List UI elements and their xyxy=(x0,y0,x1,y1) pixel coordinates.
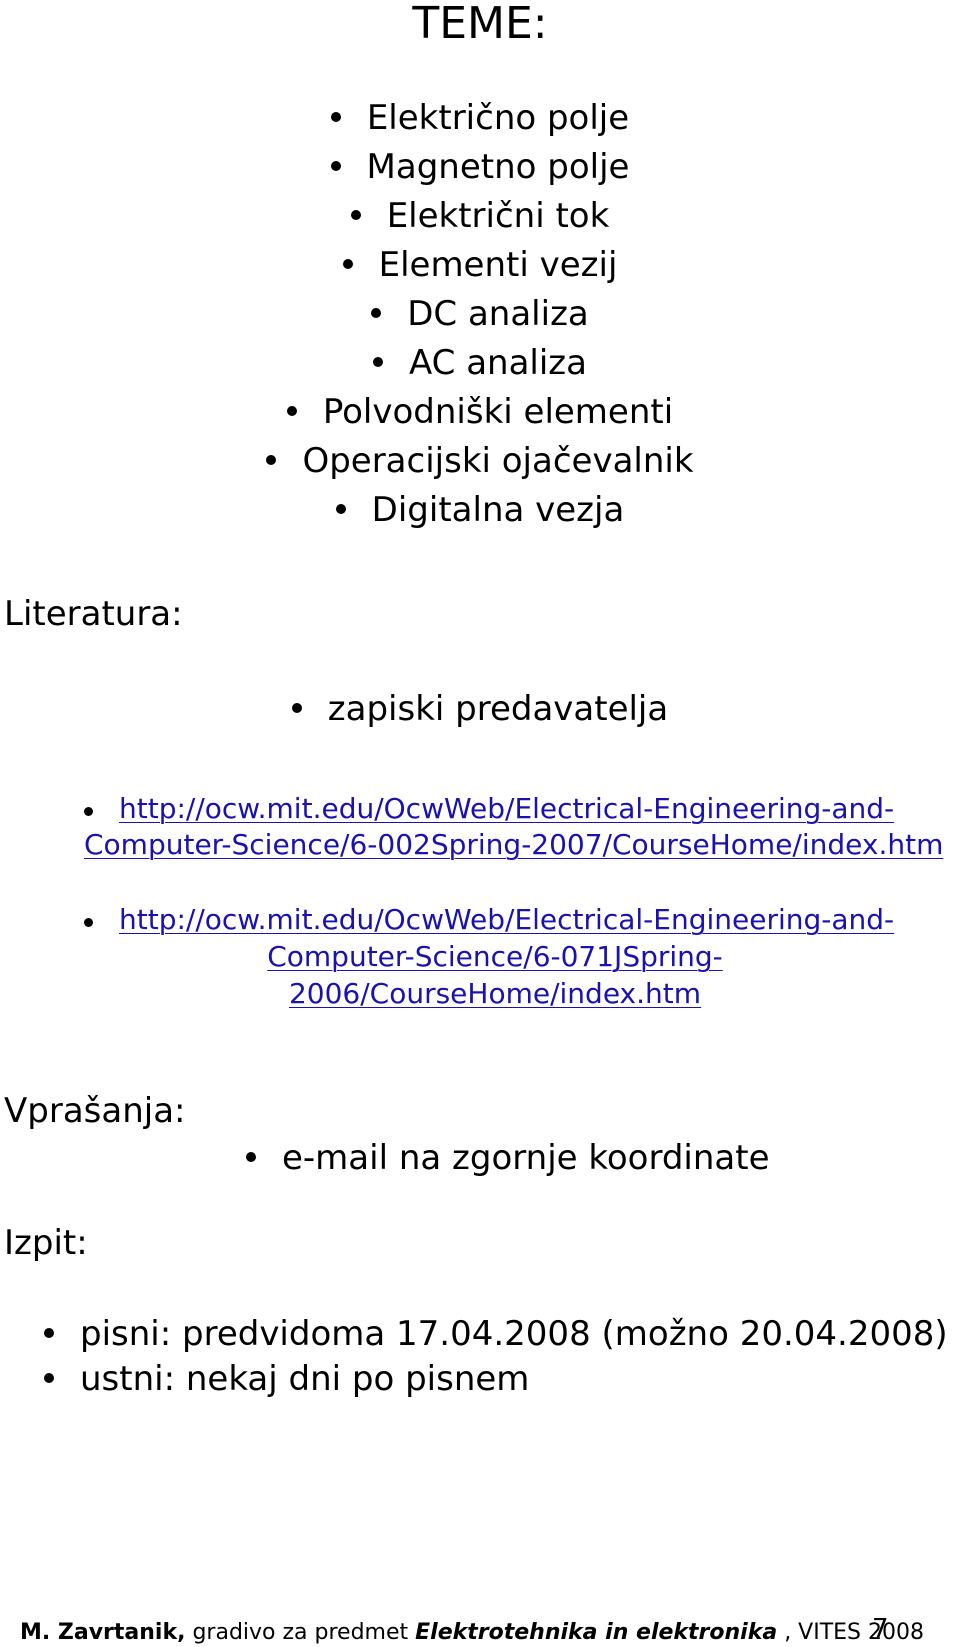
footer-course: Elektrotehnika in elektronika xyxy=(415,1620,778,1645)
bullet-icon xyxy=(44,1327,54,1338)
bullet-icon xyxy=(44,1372,54,1383)
footer-suffix: , VITES 2008 xyxy=(777,1620,925,1645)
bullet-icon xyxy=(246,1151,256,1162)
list-item: Operacijski ojačevalnik xyxy=(0,444,960,478)
list-item: Digitalna vezja xyxy=(0,493,960,527)
list-item: AC analiza xyxy=(0,346,960,380)
bullet-icon xyxy=(330,111,341,122)
questions-item: e-mail na zgornje koordinate xyxy=(246,1141,770,1175)
bullet-icon xyxy=(330,160,341,171)
literature-notes-item: zapiski predavatelja xyxy=(0,692,960,726)
bullet-icon xyxy=(350,209,361,220)
bullet-icon xyxy=(371,307,382,318)
exam-item-oral: ustni: nekaj dni po pisnem xyxy=(44,1362,529,1396)
bullet-icon xyxy=(84,807,93,816)
page-title: TEME: xyxy=(412,0,548,49)
questions-heading: Vprašanja: xyxy=(4,1091,186,1131)
link-mit-6-071j-line2[interactable]: Computer-Science/6-071JSpring- xyxy=(267,940,723,973)
bullet-icon xyxy=(291,702,302,713)
footer: M. Zavrtanik, gradivo za predmet Elektro… xyxy=(20,1620,924,1645)
footer-author: M. Zavrtanik, xyxy=(20,1620,186,1645)
link-mit-6-002-line1[interactable]: http://ocw.mit.edu/OcwWeb/Electrical-Eng… xyxy=(119,792,894,825)
list-item: Polvodniški elementi xyxy=(0,395,960,429)
link-mit-6-071j-line1[interactable]: http://ocw.mit.edu/OcwWeb/Electrical-Eng… xyxy=(119,903,894,936)
footer-text: gradivo za predmet xyxy=(185,1620,416,1645)
bullet-icon xyxy=(335,503,346,514)
list-item: Magnetno polje xyxy=(0,150,960,184)
list-item: DC analiza xyxy=(0,297,960,331)
list-item: Električno polje xyxy=(0,101,960,135)
bullet-icon xyxy=(372,356,383,367)
link-mit-6-071j-line3[interactable]: 2006/CourseHome/index.htm xyxy=(289,977,701,1010)
bullet-icon xyxy=(266,454,277,465)
exam-heading: Izpit: xyxy=(4,1223,88,1263)
link-mit-6-002-line2[interactable]: Computer-Science/6-002Spring-2007/Course… xyxy=(84,828,943,861)
bullet-icon xyxy=(286,405,297,416)
list-item: Elementi vezij xyxy=(0,248,960,282)
literature-heading: Literatura: xyxy=(4,594,183,634)
bullet-icon xyxy=(84,918,93,927)
list-item: Električni tok xyxy=(0,199,960,233)
bullet-icon xyxy=(342,258,353,269)
page-number: 7 xyxy=(872,1614,889,1644)
exam-item-written: pisni: predvidoma 17.04.2008 (možno 20.0… xyxy=(44,1317,948,1351)
